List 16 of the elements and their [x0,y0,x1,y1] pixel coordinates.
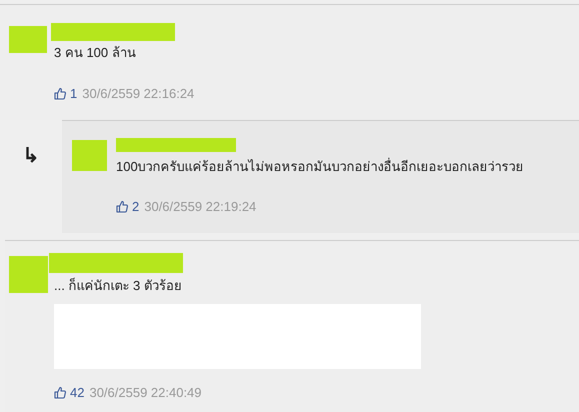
like-count[interactable]: 2 [132,197,140,216]
timestamp: 30/6/2559 22:19:24 [144,198,256,216]
avatar [9,256,48,293]
like-count[interactable]: 42 [70,383,84,402]
avatar [72,140,107,171]
timestamp: 30/6/2559 22:40:49 [89,384,202,402]
comment-text: 3 คน 100 ล้าน [54,45,137,61]
comment-text: 100บวกครับแค่ร้อยล้านไม่พอหรอกมันบวกอย่างอื่นอีกเยอะบอกเลยว่ารวย [116,158,525,176]
reply-arrow: ↳ [22,146,40,169]
thumbs-up-icon[interactable] [54,386,66,400]
timestamp: 30/6/2559 22:16:24 [82,85,194,103]
avatar [9,26,47,53]
like-count[interactable]: 1 [70,84,78,104]
thumbs-up-icon[interactable] [54,87,66,100]
comment-text: ... ก็แค่นักเตะ 3 ตัวร้อย [54,278,183,294]
thumbs-up-icon[interactable] [116,200,128,214]
